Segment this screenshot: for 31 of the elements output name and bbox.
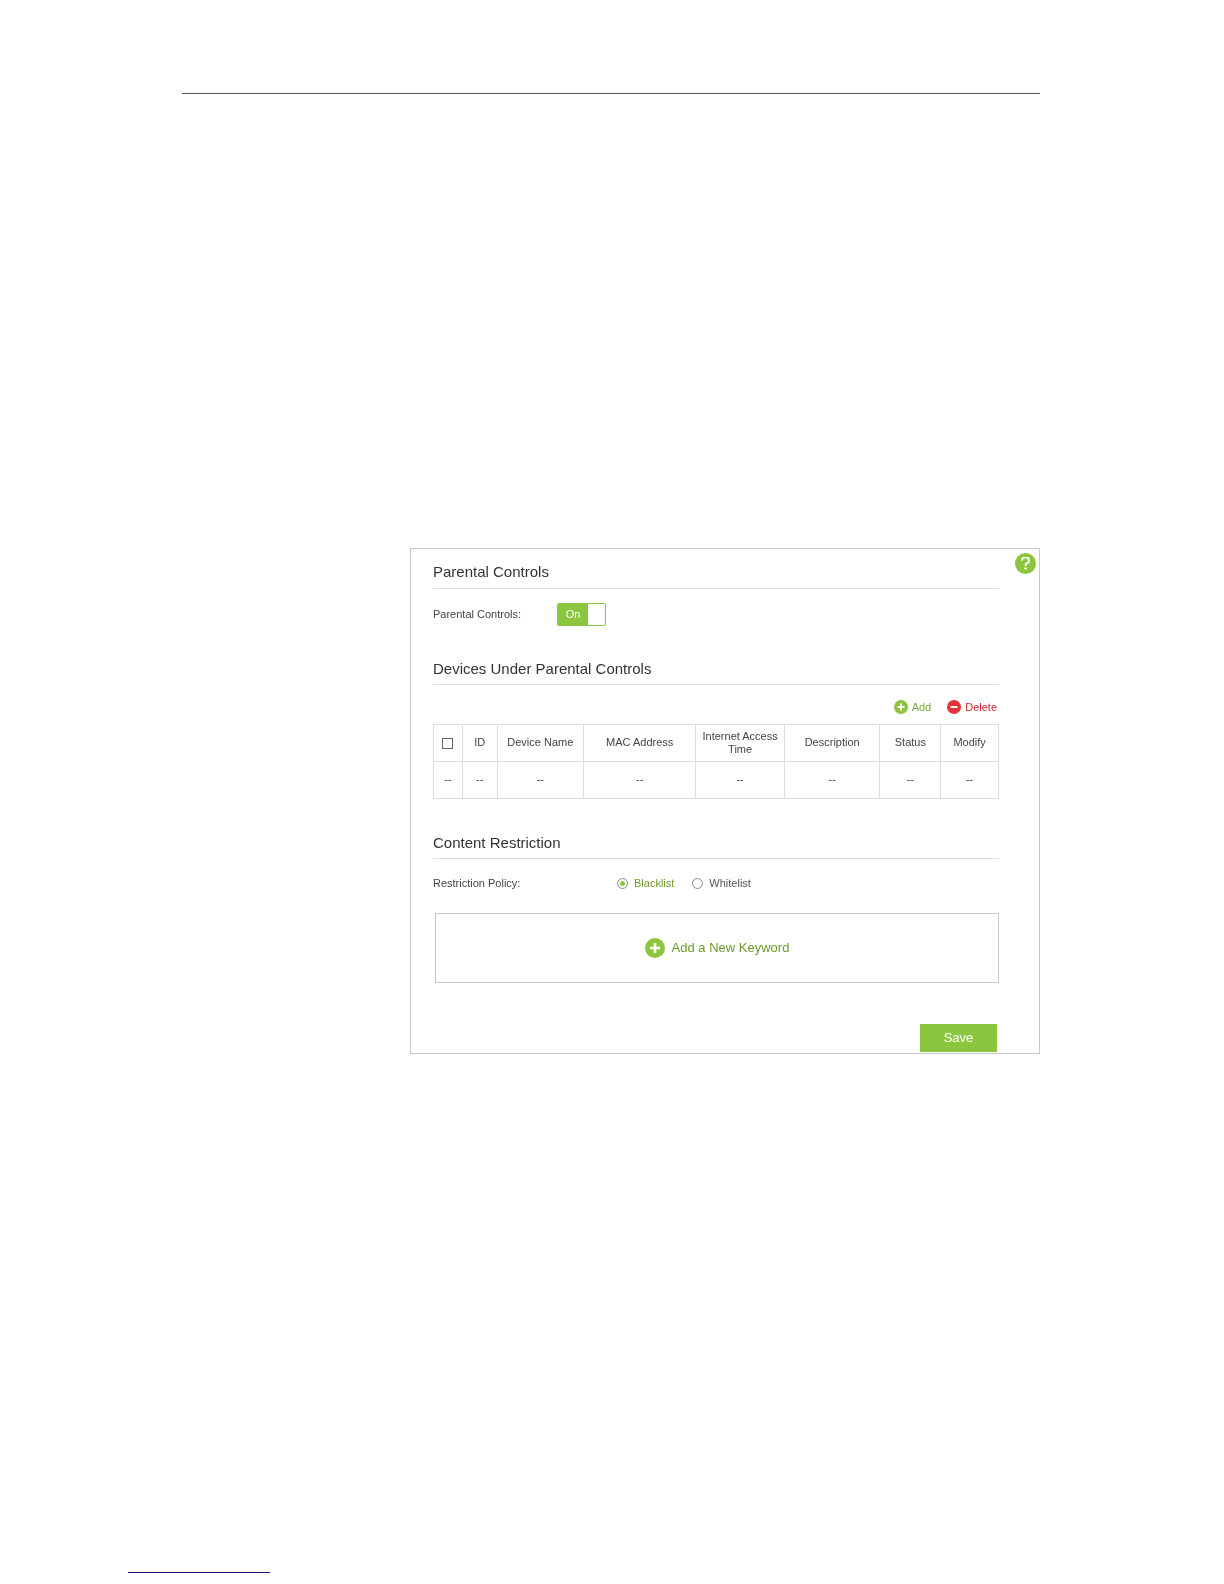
minus-icon (947, 700, 962, 715)
section-title: Content Restriction (433, 831, 999, 859)
plus-icon (644, 937, 665, 958)
field-label: Restriction Policy: (433, 876, 522, 891)
field-label: Parental Controls: (433, 606, 523, 622)
table-cell: -- (880, 761, 941, 798)
table-cell: -- (695, 761, 785, 798)
add-button[interactable]: Add (893, 699, 932, 716)
column-header: Description (784, 724, 880, 761)
save-button[interactable]: Save (920, 1023, 997, 1052)
delete-button[interactable]: Delete (947, 699, 997, 716)
table-cell: -- (433, 761, 463, 798)
table-cell: -- (940, 761, 999, 798)
select-all-checkbox[interactable] (442, 737, 454, 749)
column-header: Status (880, 724, 941, 761)
column-header: Internet Access Time (695, 724, 785, 761)
column-header: Modify (940, 724, 999, 761)
toggle-switch[interactable]: On (557, 602, 606, 626)
section-title: Devices Under Parental Controls (433, 657, 999, 685)
radio-option[interactable]: Whitelist (692, 875, 751, 892)
table-cell: -- (784, 761, 880, 798)
table-cell: -- (583, 761, 696, 798)
add-keyword-button[interactable]: Add a New Keyword (644, 937, 790, 958)
table-cell: -- (497, 761, 584, 798)
column-header: MAC Address (583, 724, 696, 761)
section-title: Parental Controls (433, 561, 999, 589)
plus-icon (893, 700, 908, 715)
radio-option[interactable]: Blacklist (617, 875, 675, 892)
table-cell: -- (462, 761, 498, 798)
column-header: ID (462, 724, 498, 761)
column-header: Device Name (497, 724, 584, 761)
